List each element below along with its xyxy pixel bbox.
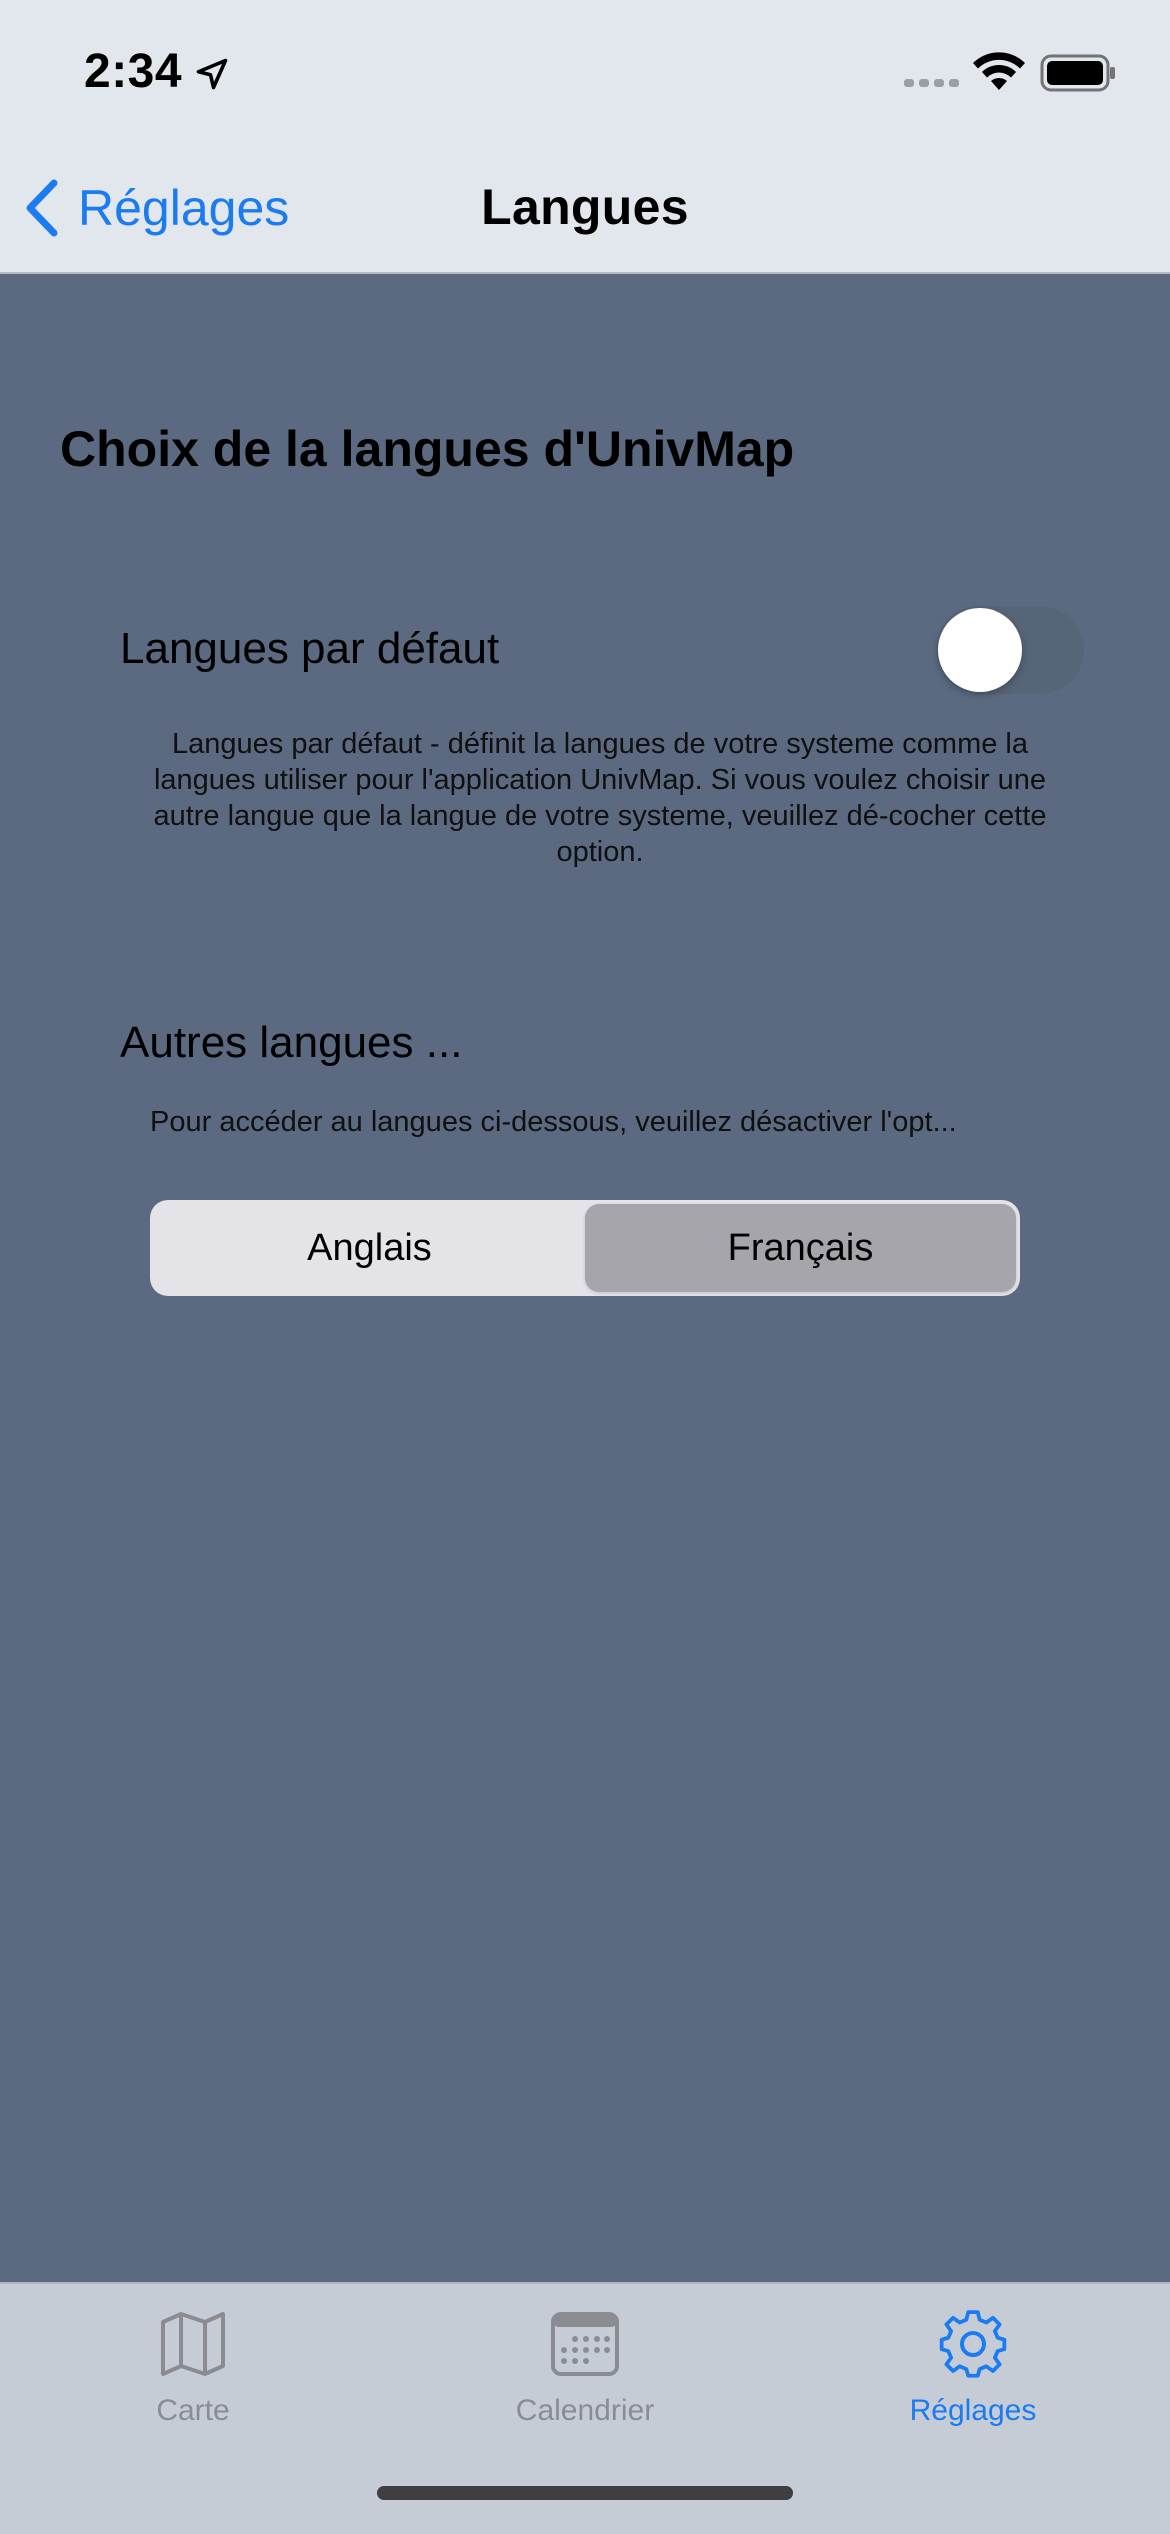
tab-reglages[interactable]: Réglages [853, 2308, 1093, 2448]
status-time: 2:34 [84, 45, 183, 98]
calendar-icon [551, 2312, 619, 2376]
default-language-toggle[interactable] [936, 606, 1084, 694]
cellular-signal-icon [904, 79, 959, 87]
home-indicator [377, 2486, 793, 2500]
tab-label: Réglages [909, 2394, 1037, 2427]
default-language-description: Langues par défaut - définit la langues … [153, 728, 1047, 868]
page-title: Langues [481, 179, 689, 235]
language-segmented-control: Anglais Français [150, 1200, 1020, 1296]
segment-francais[interactable]: Français [585, 1204, 1016, 1292]
wifi-icon [973, 52, 1025, 90]
battery-icon [1040, 54, 1115, 92]
top-bar: 2:34 Réglages Langues [0, 0, 1170, 274]
default-language-label: Langues par défaut [120, 624, 500, 673]
location-arrow-icon [196, 58, 228, 90]
tab-calendrier[interactable]: Calendrier [465, 2308, 705, 2448]
gear-icon [939, 2310, 1007, 2378]
other-languages-hint: Pour accéder au langues ci-dessous, veui… [150, 1106, 957, 1138]
map-icon [161, 2312, 225, 2376]
tab-label: Calendrier [515, 2394, 655, 2427]
toggle-knob [938, 608, 1022, 692]
tab-label: Carte [156, 2394, 230, 2427]
section-title: Choix de la langues d'UnivMap [60, 421, 795, 477]
other-languages-title: Autres langues ... [120, 1018, 463, 1067]
tab-carte[interactable]: Carte [73, 2308, 313, 2448]
segment-anglais[interactable]: Anglais [154, 1204, 585, 1292]
